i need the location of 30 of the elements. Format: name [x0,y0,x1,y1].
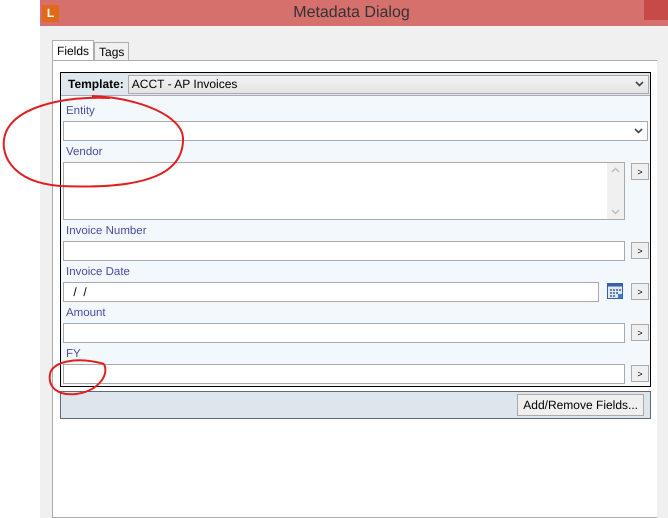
expand-button[interactable]: > [631,242,649,259]
app-logo: L [42,4,59,22]
text-field[interactable] [63,241,625,261]
chevron-down-icon [634,128,643,134]
dropdown-field[interactable] [63,121,648,141]
tab[interactable]: Fields [52,40,94,60]
field-label: Vendor [65,145,104,160]
window-title: Metadata Dialog [292,4,411,22]
text-area[interactable] [63,162,625,220]
expand-button[interactable]: > [631,365,649,382]
text-field[interactable] [63,323,625,343]
scrollbar[interactable] [607,163,624,219]
template-label: Template: [67,77,125,91]
text-field[interactable] [63,364,625,384]
field-label: FY [65,347,82,362]
scroll-up-icon[interactable] [611,167,620,173]
chevron-down-icon [635,81,644,87]
expand-button[interactable]: > [631,324,649,341]
field-label: Invoice Date [65,265,131,280]
field-label: Invoice Number [65,224,148,239]
expand-button[interactable]: > [631,163,649,180]
calendar-icon[interactable] [607,283,623,299]
add-remove-fields-button[interactable]: Add/Remove Fields... [517,394,644,416]
tab[interactable]: Tags [94,42,130,60]
scroll-down-icon[interactable] [611,209,620,215]
field-label: Amount [65,306,107,321]
expand-button[interactable]: > [631,283,649,300]
template-dropdown[interactable]: ACCT - AP Invoices [128,74,649,94]
field-label: Entity [65,104,96,119]
date-field[interactable]: / / [63,282,599,302]
